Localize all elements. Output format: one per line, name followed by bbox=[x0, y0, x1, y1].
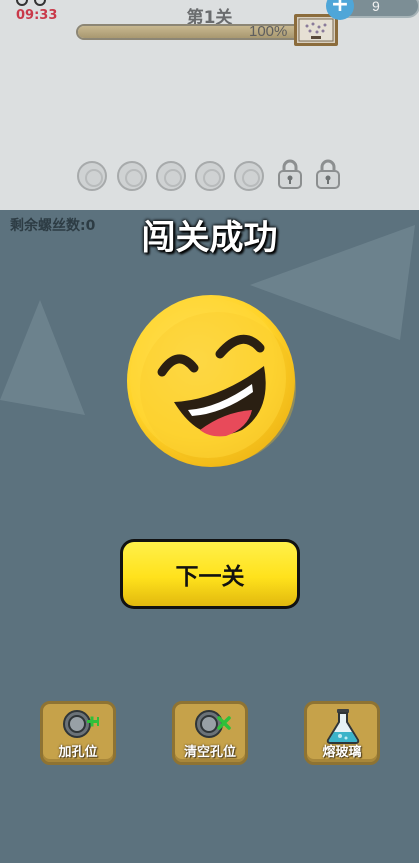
hole-slot bbox=[234, 161, 264, 191]
add-hole-button[interactable]: 加孔位 bbox=[40, 701, 116, 765]
clear-hole-label: 清空孔位 bbox=[183, 745, 236, 760]
hole-slot bbox=[195, 161, 225, 191]
coin-count: 9 bbox=[372, 0, 380, 14]
hole-slot bbox=[156, 161, 186, 191]
add-hole-icon bbox=[63, 710, 99, 738]
hole-slot bbox=[117, 161, 147, 191]
lock-icon[interactable] bbox=[276, 158, 304, 190]
hole-slot bbox=[77, 161, 107, 191]
smiley-face-icon bbox=[127, 295, 296, 467]
decorative-triangle bbox=[0, 300, 85, 415]
clear-hole-button[interactable]: 清空孔位 bbox=[172, 701, 248, 765]
lock-icon[interactable] bbox=[314, 158, 342, 190]
next-level-label: 下一关 bbox=[123, 542, 297, 606]
add-hole-label: 加孔位 bbox=[58, 745, 98, 760]
picture-thumbnail-icon bbox=[298, 18, 334, 42]
clear-hole-icon bbox=[195, 710, 231, 738]
picture-thumbnail[interactable] bbox=[294, 14, 338, 46]
progress-text: 100% bbox=[249, 23, 288, 40]
flask-icon bbox=[326, 709, 360, 744]
melt-glass-label: 熔玻璃 bbox=[322, 745, 362, 760]
next-level-button[interactable]: 下一关 bbox=[120, 539, 300, 609]
level-complete-title: 闯关成功 bbox=[141, 218, 278, 258]
melt-glass-button[interactable]: 熔玻璃 bbox=[304, 701, 380, 765]
